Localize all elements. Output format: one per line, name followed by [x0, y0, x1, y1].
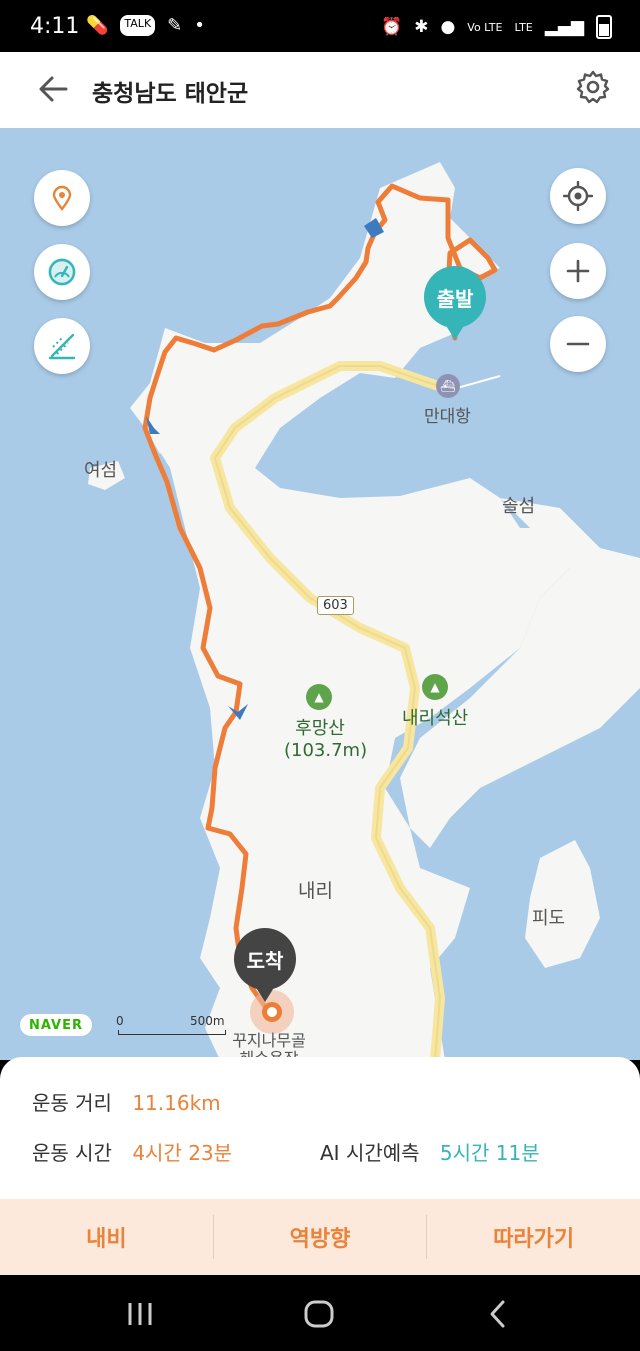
- app-icon: ✎: [167, 15, 183, 36]
- location-icon: ●: [440, 17, 456, 37]
- location-pin-icon: [52, 185, 72, 211]
- map-label-yeoseom: 여섬: [84, 460, 118, 481]
- alarm-icon: ⏰: [381, 17, 403, 37]
- map-view[interactable]: 여섬 솔섬 만대항 ⛴ 603 ▲ 후망산 (103.7m) ▲ 내리석산 내리…: [0, 128, 640, 1060]
- volte-icon: Vo LTE: [467, 20, 503, 34]
- map-label-mandae-port: 만대항: [424, 407, 471, 427]
- lte-icon: LTE: [514, 20, 533, 34]
- status-left-icons: 💊 TALK ✎ •: [86, 15, 205, 36]
- scale-distance: 500m: [190, 1014, 225, 1028]
- ai-prediction-stat: AI 시간예측 5시간 11분: [320, 1137, 540, 1166]
- map-label-humangsan: 후망산 (103.7m): [284, 714, 368, 761]
- recent-apps-icon[interactable]: [126, 1301, 154, 1327]
- ai-label: AI 시간예측: [320, 1141, 420, 1165]
- dot-icon: •: [194, 15, 205, 36]
- back-arrow-icon[interactable]: [36, 72, 70, 106]
- elevation-icon: [48, 333, 76, 360]
- humangsan-height: (103.7m): [284, 740, 368, 761]
- map-label-naeriseoksan: 내리석산: [402, 708, 469, 729]
- stats-panel: 운동 거리 11.16km 운동 시간 4시간 23분 AI 시간예측 5시간 …: [0, 1057, 640, 1199]
- battery-icon: [596, 15, 612, 39]
- status-time: 4:11: [30, 14, 80, 39]
- speedometer-icon: [48, 258, 76, 286]
- status-right-icons: ⏰ ✱ ● Vo LTE LTE ▂▄▆: [381, 15, 612, 39]
- road-number-badge: 603: [317, 596, 354, 615]
- time-value: 4시간 23분: [132, 1141, 233, 1165]
- navigation-button[interactable]: 내비: [0, 1221, 213, 1253]
- time-stat: 운동 시간 4시간 23분: [32, 1137, 232, 1166]
- port-icon: ⛴: [436, 374, 460, 398]
- pill-icon: 💊: [86, 15, 109, 36]
- gear-icon[interactable]: [576, 70, 610, 104]
- elevation-button[interactable]: [34, 318, 90, 374]
- ai-value: 5시간 11분: [439, 1141, 540, 1165]
- map-label-campground: 꾸지나무골 해수욕장: [228, 1031, 310, 1061]
- distance-value: 11.16km: [132, 1091, 221, 1115]
- page-title: 충청남도 태안군: [92, 81, 249, 107]
- mountain-icon-humangsan: ▲: [306, 684, 332, 710]
- reverse-direction-button[interactable]: 역방향: [214, 1221, 427, 1253]
- campground-name: 꾸지나무골: [232, 1031, 306, 1050]
- status-bar: 4:11 💊 TALK ✎ • ⏰ ✱ ● Vo LTE LTE ▂▄▆: [0, 0, 640, 52]
- time-label: 운동 시간: [32, 1141, 112, 1165]
- speed-button[interactable]: [34, 244, 90, 300]
- mountain-icon-naeriseoksan: ▲: [422, 674, 448, 700]
- scale-bar: [118, 1030, 226, 1035]
- action-bar: 내비 역방향 따라가기: [0, 1199, 640, 1275]
- map-label-pido: 피도: [532, 908, 566, 929]
- zoom-out-button[interactable]: [550, 316, 606, 372]
- minus-icon: [566, 342, 590, 346]
- end-pin[interactable]: 도착: [234, 928, 296, 1002]
- distance-label: 운동 거리: [32, 1091, 112, 1115]
- poi-button[interactable]: [34, 170, 90, 226]
- back-icon[interactable]: [486, 1299, 508, 1329]
- plus-icon: [566, 259, 590, 283]
- crosshair-icon: [563, 181, 593, 211]
- app-header: 충청남도 태안군: [0, 52, 640, 129]
- my-location-button[interactable]: [550, 168, 606, 224]
- humangsan-name: 후망산: [295, 718, 345, 739]
- map-label-naeri: 내리: [298, 880, 333, 902]
- distance-stat: 운동 거리 11.16km: [32, 1087, 221, 1116]
- home-icon[interactable]: [303, 1299, 335, 1329]
- bluetooth-icon: ✱: [414, 17, 429, 37]
- zoom-in-button[interactable]: [550, 243, 606, 299]
- scale-zero: 0: [116, 1014, 124, 1028]
- map-label-solseom: 솔섬: [502, 496, 536, 517]
- kakaotalk-icon: TALK: [120, 15, 156, 36]
- map-scale: 0 500m: [116, 1014, 236, 1035]
- naver-logo: NAVER: [20, 1014, 92, 1036]
- start-pin[interactable]: 출발: [424, 266, 486, 340]
- signal-icon: ▂▄▆: [544, 17, 584, 37]
- system-nav-bar: [0, 1275, 640, 1351]
- follow-route-button[interactable]: 따라가기: [427, 1221, 640, 1253]
